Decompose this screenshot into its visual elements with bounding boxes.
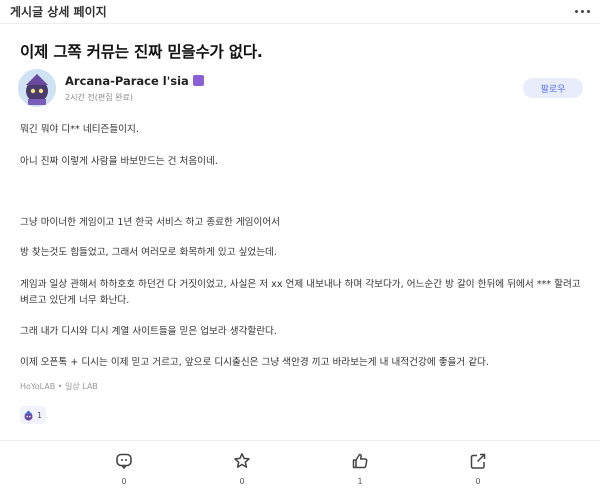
thumbs-up-icon [352,453,368,469]
post-paragraph: 뭐긴 뭐야 디** 네티즌들이지. [20,124,139,135]
post-paragraph: 게임과 일상 관해서 하하호호 하던건 다 거짓이었고, 사실은 저 xx 언제… [20,279,581,306]
purple-badge-icon [192,75,204,86]
author-info: Arcana-Parace l'sia 2시간 전(편집 완료) [65,74,204,103]
favorite-count: 0 [239,477,245,486]
comment-button[interactable]: 0 [104,452,144,486]
reaction-count: 1 [37,410,43,420]
post-paragraph: 아니 진짜 이렇게 사람을 바보만드는 건 처음이네. [20,156,218,167]
post-paragraph: 이제 오픈톡 + 디시는 이제 믿고 거르고, 앞으로 디시출신은 그냥 색안경… [20,357,489,368]
share-count: 0 [475,477,481,486]
character-emoji-icon [24,410,33,420]
share-button[interactable]: 0 [458,452,498,486]
author-section: Arcana-Parace l'sia 2시간 전(편집 완료) [18,68,204,108]
comment-count: 0 [121,477,127,486]
follow-button[interactable]: 팔로우 [523,78,583,98]
post-timestamp: 2시간 전(편집 완료) [65,92,133,102]
favorite-button[interactable]: 0 [222,452,262,486]
action-bar: 0 0 1 0 [0,452,600,496]
author-name[interactable]: Arcana-Parace l'sia [65,74,189,88]
post-source: HoYoLAB • 일상 LAB [20,382,98,391]
star-icon [234,453,250,468]
post-paragraph: 방 찾는것도 힘들었고, 그래서 여러모로 화목하게 있고 싶었는데. [20,247,277,258]
reaction-chip[interactable]: 1 [20,406,46,424]
author-name-row: Arcana-Parace l'sia [65,74,204,88]
page-header-title: 게시글 상세 페이지 [10,5,107,19]
like-button[interactable]: 1 [340,452,380,486]
divider [0,440,600,441]
avatar[interactable] [18,69,56,107]
post-title: 이제 그쪽 커뮤는 진짜 믿을수가 없다. [20,43,263,61]
post-paragraph: 그래 내가 디시와 디시 계열 사이트들을 믿은 업보라 생각할란다. [20,326,277,337]
like-count: 1 [357,477,363,486]
comment-icon [116,453,132,470]
share-icon [470,453,486,469]
top-bar: 게시글 상세 페이지 [0,0,600,24]
post-paragraph: 그냥 마이너한 게임이고 1년 한국 서비스 하고 종료한 게임이어서 [20,217,280,228]
more-horizontal-icon[interactable] [575,10,590,13]
